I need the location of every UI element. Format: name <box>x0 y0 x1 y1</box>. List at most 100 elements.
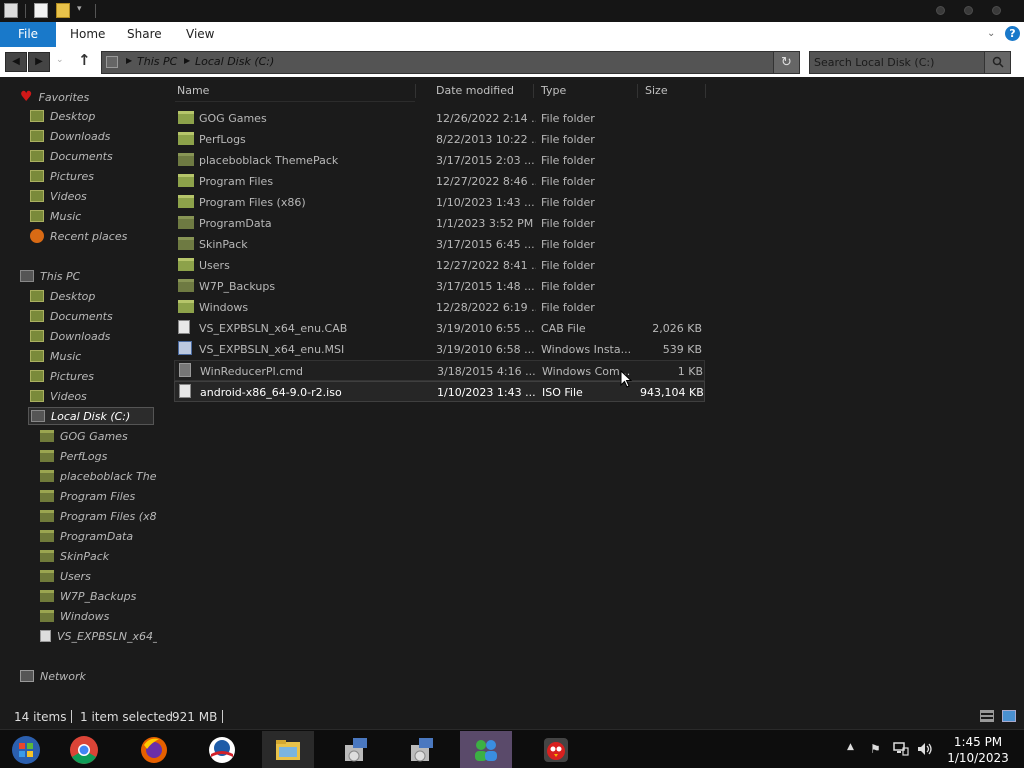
column-header-date[interactable]: Date modified <box>436 82 514 100</box>
back-button[interactable]: ◀ <box>5 52 27 72</box>
breadcrumb-arrow-icon[interactable]: ▶ <box>184 56 190 65</box>
sidebar-item-documents[interactable]: Documents <box>30 148 113 166</box>
forward-button[interactable]: ▶ <box>28 52 50 72</box>
file-row[interactable]: Users 12/27/2022 8:41 ... File folder <box>174 255 705 276</box>
search-input[interactable] <box>814 53 984 72</box>
folder-icon <box>40 450 54 462</box>
volume-icon[interactable] <box>917 742 933 756</box>
maximize-button[interactable] <box>964 6 973 15</box>
column-divider[interactable] <box>637 84 638 98</box>
file-row[interactable]: GOG Games 12/26/2022 2:14 ... File folder <box>174 108 705 129</box>
tree-folder-programdata[interactable]: ProgramData <box>40 528 157 546</box>
taskbar-firefox[interactable] <box>128 731 180 768</box>
tree-file-vs-cab[interactable]: VS_EXPBSLN_x64_enu.CAB <box>40 628 157 646</box>
network-header[interactable]: Network <box>20 668 86 686</box>
details-view-icon[interactable] <box>980 710 994 722</box>
tree-folder-placeboblack[interactable]: placeboblack ThemePack <box>40 468 157 486</box>
action-center-flag-icon[interactable]: ⚑ <box>870 742 881 756</box>
breadcrumb-this-pc[interactable]: This PC <box>137 55 177 68</box>
sidebar-item-pc-pictures[interactable]: Pictures <box>30 368 94 386</box>
sidebar-item-videos[interactable]: Videos <box>30 188 87 206</box>
file-row[interactable]: Program Files (x86) 1/10/2023 1:43 ... Fil… <box>174 192 705 213</box>
minimize-button[interactable] <box>936 6 945 15</box>
tree-folder-users[interactable]: Users <box>40 568 157 586</box>
tree-folder-w7p-backups[interactable]: W7P_Backups <box>40 588 157 606</box>
search-icon[interactable] <box>984 52 1010 73</box>
file-row[interactable]: PerfLogs 8/22/2013 10:22 ... File folder <box>174 129 705 150</box>
tree-folder-program-files[interactable]: Program Files <box>40 488 157 506</box>
help-icon[interactable]: ? <box>1005 26 1020 41</box>
taskbar-installer-1[interactable] <box>330 731 382 768</box>
column-divider[interactable] <box>415 84 416 98</box>
taskbar-chrome[interactable] <box>58 731 110 768</box>
folder-icon <box>40 530 54 542</box>
sidebar-item-downloads[interactable]: Downloads <box>30 128 110 146</box>
sidebar-item-pc-documents[interactable]: Documents <box>30 308 113 326</box>
column-divider[interactable] <box>705 84 706 98</box>
sidebar-item-music[interactable]: Music <box>30 208 81 226</box>
file-row[interactable]: W7P_Backups 3/17/2015 1:48 ... File folder <box>174 276 705 297</box>
tree-folder-perflogs[interactable]: PerfLogs <box>40 448 157 466</box>
file-name: Program Files (x86) <box>199 196 306 209</box>
favorites-header[interactable]: ♥ Favorites <box>20 88 89 106</box>
new-document-icon[interactable] <box>34 3 48 18</box>
sidebar-item-pc-downloads[interactable]: Downloads <box>30 328 110 346</box>
taskbar-messenger[interactable] <box>460 731 512 768</box>
tab-file[interactable]: File <box>0 22 56 47</box>
file-type: File folder <box>541 133 595 146</box>
column-header-name[interactable]: Name <box>177 82 209 100</box>
breadcrumb-arrow-icon[interactable]: ▶ <box>126 56 132 65</box>
downloads-icon <box>30 130 44 142</box>
taskbar-angry-birds[interactable] <box>530 731 582 768</box>
column-divider[interactable] <box>533 84 534 98</box>
taskbar-installer-2[interactable] <box>396 731 448 768</box>
recent-locations-icon[interactable]: ⌄ <box>56 55 64 65</box>
tab-home[interactable]: Home <box>70 22 105 47</box>
file-name: placeboblack ThemePack <box>199 154 339 167</box>
file-row[interactable]: Program Files 12/27/2022 8:46 ... File fol… <box>174 171 705 192</box>
address-bar[interactable]: ▶ This PC ▶ Local Disk (C:) ↻ <box>101 51 800 74</box>
file-date: 3/17/2015 2:03 ... <box>436 154 535 167</box>
start-button[interactable] <box>0 731 52 768</box>
file-size: 943,104 KB <box>640 386 704 399</box>
customize-quick-access-icon[interactable]: ▾ <box>77 4 82 14</box>
chrome-icon <box>70 736 98 764</box>
tree-folder-program-files-x86[interactable]: Program Files (x86) <box>40 508 157 526</box>
network-icon[interactable] <box>893 742 909 756</box>
file-row[interactable]: VS_EXPBSLN_x64_enu.MSI 3/19/2010 6:58 ...… <box>174 339 705 360</box>
tab-view[interactable]: View <box>186 22 214 47</box>
column-header-size[interactable]: Size <box>645 82 668 100</box>
file-type: File folder <box>541 154 595 167</box>
breadcrumb-local-disk[interactable]: Local Disk (C:) <box>195 55 274 68</box>
taskbar-file-explorer[interactable] <box>262 731 314 768</box>
sidebar-item-pc-desktop[interactable]: Desktop <box>30 288 95 306</box>
sidebar-item-recent-places[interactable]: Recent places <box>30 228 127 246</box>
file-row[interactable]: SkinPack 3/17/2015 6:45 ... File folder <box>174 234 705 255</box>
column-header-type[interactable]: Type <box>541 82 566 100</box>
sidebar-item-pictures[interactable]: Pictures <box>30 168 94 186</box>
sidebar-item-local-disk[interactable]: Local Disk (C:) <box>28 407 154 425</box>
close-button[interactable] <box>992 6 1001 15</box>
file-row[interactable]: VS_EXPBSLN_x64_enu.CAB 3/19/2010 6:55 ...… <box>174 318 705 339</box>
file-row[interactable]: ProgramData 1/1/2023 3:52 PM File folder <box>174 213 705 234</box>
large-icons-view-icon[interactable] <box>1002 710 1016 722</box>
taskbar-obama-app[interactable] <box>196 731 248 768</box>
up-arrow-icon[interactable]: ↑ <box>78 51 91 69</box>
tree-folder-skinpack[interactable]: SkinPack <box>40 548 157 566</box>
sidebar-item-pc-videos[interactable]: Videos <box>30 388 87 406</box>
system-clock[interactable]: 1:45 PM 1/10/2023 <box>938 734 1018 766</box>
tree-folder-gog-games[interactable]: GOG Games <box>40 428 157 446</box>
new-folder-icon[interactable] <box>56 3 70 18</box>
sidebar-item-pc-music[interactable]: Music <box>30 348 81 366</box>
tab-share[interactable]: Share <box>127 22 162 47</box>
refresh-icon[interactable]: ↻ <box>773 52 799 73</box>
expand-ribbon-icon[interactable]: ⌄ <box>987 28 995 39</box>
folder-icon <box>40 510 54 522</box>
properties-icon[interactable] <box>4 3 18 18</box>
this-pc-header[interactable]: This PC <box>20 268 80 286</box>
file-row[interactable]: Windows 12/28/2022 6:19 ... File folder <box>174 297 705 318</box>
tree-folder-windows[interactable]: Windows <box>40 608 157 626</box>
file-row[interactable]: placeboblack ThemePack 3/17/2015 2:03 ...… <box>174 150 705 171</box>
sidebar-item-desktop[interactable]: Desktop <box>30 108 95 126</box>
show-hidden-icons-icon[interactable]: ▲ <box>847 742 854 752</box>
